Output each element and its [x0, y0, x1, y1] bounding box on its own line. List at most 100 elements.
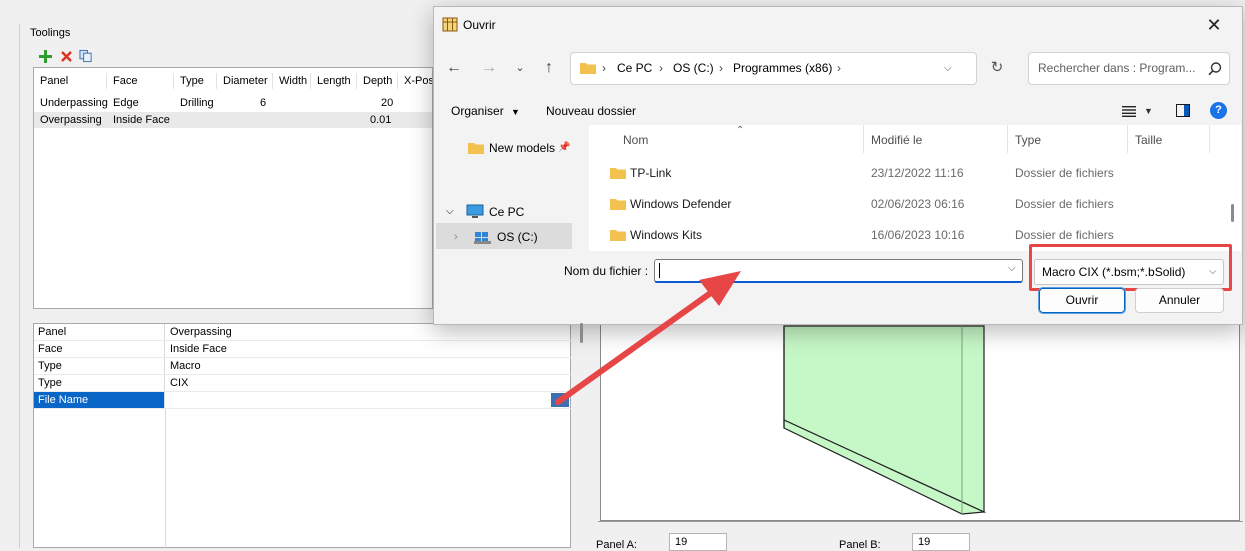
property-value: Macro: [170, 360, 201, 372]
column-header-name[interactable]: Nom: [623, 132, 648, 148]
chevron-down-icon[interactable]: ⌵: [1008, 263, 1016, 274]
filename-input[interactable]: ⌵: [654, 259, 1023, 283]
file-name: TP-Link: [630, 166, 672, 180]
property-key: Type: [34, 375, 165, 391]
drive-icon: [474, 232, 491, 244]
arrow-up-icon: ↑: [545, 59, 553, 76]
property-row-type[interactable]: Type Macro: [34, 358, 571, 375]
preview-pane-icon[interactable]: [1176, 104, 1190, 117]
refresh-icon: ↻: [990, 59, 1004, 76]
back-button[interactable]: ←: [442, 56, 466, 80]
property-key: Panel: [34, 324, 165, 340]
chevron-down-icon: ⌄: [515, 62, 525, 74]
panel-a-label: Panel A:: [596, 539, 637, 551]
organize-menu[interactable]: Organiser ▼: [451, 103, 520, 120]
table-row[interactable]: Overpassing Inside Face 0.01: [34, 112, 432, 128]
column-header[interactable]: Panel: [34, 73, 107, 89]
folder-icon: [610, 168, 626, 179]
table-cell: Edge: [113, 97, 139, 109]
column-separator: [1209, 125, 1210, 153]
file-name: Windows Kits: [630, 228, 703, 242]
table-cell: Drilling: [180, 97, 214, 109]
column-header[interactable]: Face: [107, 73, 174, 89]
plus-icon: [38, 49, 52, 63]
list-item[interactable]: TP-Link 23/12/2022 11:16 Dossier de fich…: [589, 159, 1189, 187]
nav-item-new-models[interactable]: New models: [489, 136, 555, 160]
recent-locations-button[interactable]: ⌄: [508, 56, 532, 80]
add-tooling-button[interactable]: [38, 49, 52, 63]
search-box[interactable]: Rechercher dans : Program...: [1028, 52, 1230, 85]
property-grid[interactable]: Panel Overpassing Face Inside Face Type …: [33, 323, 571, 549]
copy-tooling-button[interactable]: [79, 49, 93, 63]
nav-pane-scrollbar[interactable]: [580, 323, 583, 343]
property-row-panel[interactable]: Panel Overpassing: [34, 324, 571, 341]
column-separator: [863, 125, 864, 153]
open-file-dialog: Ouvrir ✕ ← → ⌄ ↑ › Ce PC › OS (C:) › Pro…: [433, 6, 1243, 343]
table-row[interactable]: Underpassing Edge Drilling 6 20: [34, 95, 432, 111]
arrow-right-icon: →: [481, 59, 497, 76]
column-header[interactable]: Depth: [357, 73, 398, 89]
column-header[interactable]: Diameter: [217, 73, 273, 89]
up-button[interactable]: ↑: [537, 56, 561, 80]
grid-divider: [165, 409, 166, 549]
caret-down-icon: ▼: [511, 107, 520, 117]
text-caret: [659, 263, 660, 278]
file-list-scrollbar[interactable]: [1231, 204, 1234, 222]
table-cell: 20: [381, 97, 394, 109]
dialog-title: Ouvrir: [463, 18, 496, 32]
chevron-down-icon[interactable]: ⌵: [446, 200, 454, 224]
file-list[interactable]: ⌃ Nom Modifié le Type Taille TP-Link 23/…: [589, 125, 1241, 251]
column-header-type[interactable]: Type: [1015, 132, 1041, 148]
nav-item-this-pc[interactable]: Ce PC: [489, 200, 524, 224]
computer-icon: [466, 204, 484, 218]
browse-file-button[interactable]: ...: [551, 393, 569, 407]
caret-down-icon[interactable]: ▼: [1144, 103, 1153, 119]
open-button[interactable]: Ouvrir: [1038, 287, 1126, 314]
column-header[interactable]: X-Posi: [398, 73, 432, 89]
delete-tooling-button[interactable]: [59, 49, 73, 63]
column-header-size[interactable]: Taille: [1135, 132, 1162, 148]
chevron-down-icon[interactable]: ⌵: [944, 53, 952, 84]
folder-icon: [610, 230, 626, 241]
dialog-app-icon: [442, 17, 458, 32]
file-modified: 16/06/2023 10:16: [871, 228, 965, 242]
view-options-icon[interactable]: [1122, 105, 1136, 117]
address-bar[interactable]: › Ce PC › OS (C:) › Programmes (x86) › ⌵: [570, 52, 977, 85]
new-folder-button[interactable]: Nouveau dossier: [546, 103, 636, 119]
close-icon: ✕: [1206, 15, 1222, 35]
toolings-table[interactable]: Panel Face Type Diameter Width Length De…: [33, 67, 433, 309]
refresh-button[interactable]: ↻: [984, 56, 1010, 80]
list-item[interactable]: Windows Defender 02/06/2023 06:16 Dossie…: [589, 190, 1189, 218]
breadcrumb-separator: ›: [659, 61, 663, 75]
panel-a-input[interactable]: 19: [669, 533, 727, 551]
property-row-face[interactable]: Face Inside Face: [34, 341, 571, 358]
chevron-right-icon[interactable]: ›: [454, 225, 458, 249]
breadcrumb-drive[interactable]: OS (C:): [673, 53, 714, 84]
nav-item-drive[interactable]: OS (C:): [497, 225, 538, 249]
panel-b-input[interactable]: 19: [912, 533, 970, 551]
toolings-group-label: Toolings: [30, 27, 71, 39]
forward-button[interactable]: →: [477, 56, 501, 80]
pin-icon: 📌: [558, 142, 571, 153]
property-value[interactable]: [166, 392, 170, 408]
breadcrumb-folder[interactable]: Programmes (x86): [733, 53, 832, 84]
filename-label: Nom du fichier :: [564, 264, 649, 278]
property-value: Inside Face: [170, 343, 227, 355]
help-icon[interactable]: ?: [1210, 102, 1227, 119]
column-header[interactable]: Length: [311, 73, 357, 89]
column-header-modified[interactable]: Modifié le: [871, 132, 922, 148]
sort-ascending-icon: ⌃: [736, 125, 745, 136]
toolings-table-header: Panel Face Type Diameter Width Length De…: [34, 73, 432, 89]
close-button[interactable]: ✕: [1197, 10, 1231, 40]
breadcrumb-this-pc[interactable]: Ce PC: [617, 53, 652, 84]
preview-separator: [598, 521, 1243, 522]
file-type: Dossier de fichiers: [1015, 166, 1114, 180]
property-key: Face: [34, 341, 165, 357]
search-input[interactable]: Rechercher dans : Program...: [1038, 53, 1195, 84]
cancel-button[interactable]: Annuler: [1135, 288, 1224, 313]
property-row-subtype[interactable]: Type CIX: [34, 375, 571, 392]
property-row-file-name[interactable]: File Name ...: [34, 392, 571, 409]
column-header[interactable]: Width: [273, 73, 311, 89]
table-cell: Underpassing: [40, 97, 108, 109]
column-header[interactable]: Type: [174, 73, 217, 89]
